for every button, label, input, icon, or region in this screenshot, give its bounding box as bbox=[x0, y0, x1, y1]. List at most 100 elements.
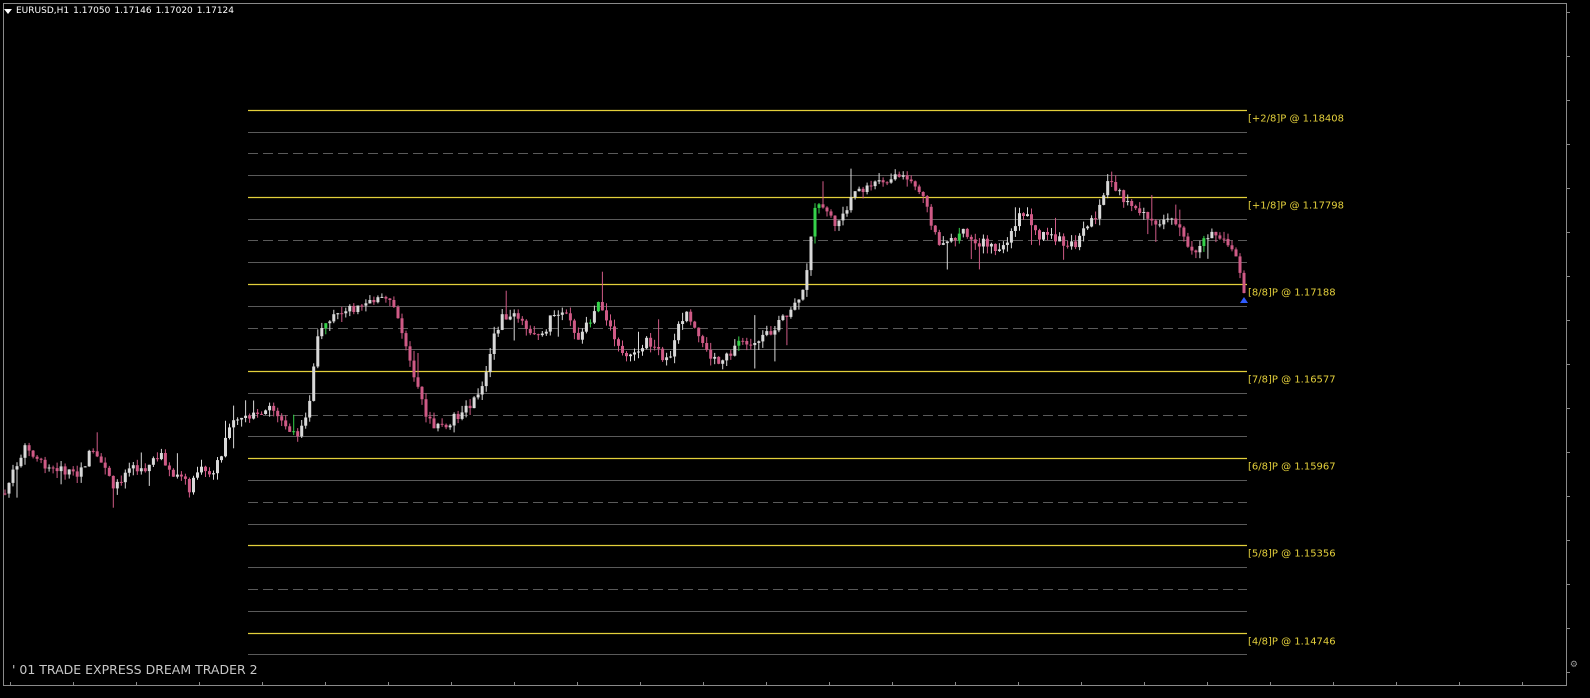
candle-body bbox=[809, 236, 813, 271]
candle-body bbox=[11, 469, 15, 483]
candle-body bbox=[673, 340, 677, 357]
candle-body bbox=[1102, 195, 1106, 205]
candle-body bbox=[989, 243, 993, 247]
candle-body bbox=[1034, 225, 1037, 231]
candle-body bbox=[1210, 231, 1214, 239]
candle-body bbox=[43, 459, 47, 469]
indicator-name: ' 01 TRADE EXPRESS DREAM TRADER 2 bbox=[12, 662, 258, 677]
candle-body bbox=[284, 420, 288, 427]
candle-body bbox=[629, 354, 632, 357]
candle-body bbox=[797, 299, 801, 303]
murrey-level-label: [5/8]P @ 1.15356 bbox=[1248, 549, 1336, 560]
candle-body bbox=[452, 413, 456, 426]
candle-body bbox=[789, 309, 793, 317]
candle-body bbox=[456, 413, 460, 419]
candle-body bbox=[368, 300, 372, 304]
candle-body bbox=[47, 467, 51, 469]
candle-body bbox=[143, 468, 147, 472]
candle-body bbox=[1230, 245, 1234, 250]
candle-body bbox=[1170, 218, 1174, 220]
candle-body bbox=[721, 360, 725, 364]
candle-body bbox=[853, 191, 857, 198]
candle-body bbox=[821, 204, 825, 208]
chart-window[interactable]: EURUSD,H1 1.17050 1.17146 1.17020 1.1712… bbox=[0, 0, 1590, 698]
candle-body bbox=[75, 471, 79, 477]
candle-body bbox=[1146, 212, 1150, 219]
candle-body bbox=[532, 333, 536, 335]
candle-body bbox=[925, 196, 929, 207]
candle-body bbox=[232, 420, 236, 428]
candle-body bbox=[625, 353, 628, 357]
candle-body bbox=[1086, 226, 1090, 229]
candle-body bbox=[1242, 272, 1246, 293]
candle-body bbox=[861, 188, 865, 192]
candle-body bbox=[1005, 242, 1009, 245]
murrey-level-label: [+1/8]P @ 1.17798 bbox=[1248, 201, 1344, 212]
candle-body bbox=[364, 303, 368, 306]
candle-body bbox=[492, 333, 496, 354]
candle-body bbox=[300, 425, 304, 437]
candle-body bbox=[1138, 208, 1142, 213]
candle-body bbox=[464, 405, 468, 413]
price-chart[interactable]: [+2/8]P @ 1.18408 [+1/8]P @ 1.17798 [8/8]P… bbox=[0, 0, 1590, 698]
candle-body bbox=[248, 415, 252, 419]
candle-body bbox=[981, 238, 985, 247]
candle-body bbox=[472, 397, 476, 409]
candle-body bbox=[316, 336, 320, 367]
candle-body bbox=[344, 311, 348, 314]
candle-body bbox=[697, 327, 701, 337]
candle-body bbox=[1090, 218, 1094, 227]
candle-body bbox=[15, 466, 19, 470]
candle-body bbox=[372, 300, 376, 303]
candle-body bbox=[320, 328, 324, 337]
murrey-level-label: [7/8]P @ 1.16577 bbox=[1248, 375, 1336, 386]
candle-body bbox=[256, 412, 260, 414]
murrey-level-label: [6/8]P @ 1.15967 bbox=[1248, 462, 1336, 473]
candle-body bbox=[216, 460, 219, 474]
candle-body bbox=[175, 474, 179, 477]
candle-body bbox=[488, 354, 492, 373]
candle-body bbox=[432, 418, 436, 429]
candle-body bbox=[328, 321, 332, 324]
candle-body bbox=[993, 243, 997, 251]
candle-body bbox=[332, 314, 336, 322]
candle-body bbox=[1030, 214, 1033, 226]
candle-body bbox=[264, 410, 268, 414]
candle-body bbox=[757, 341, 761, 343]
candle-body bbox=[23, 445, 27, 458]
candle-body bbox=[1118, 190, 1122, 192]
candle-body bbox=[272, 405, 276, 411]
candle-body bbox=[1238, 256, 1242, 273]
candle-body bbox=[292, 431, 296, 433]
candle-body bbox=[1070, 241, 1074, 247]
candle-body bbox=[380, 296, 384, 298]
candle-body bbox=[1186, 236, 1190, 247]
candle-body bbox=[845, 210, 849, 214]
candle-body bbox=[813, 207, 817, 237]
candle-body bbox=[1142, 212, 1146, 213]
candle-body bbox=[296, 431, 300, 437]
candle-body bbox=[693, 321, 697, 328]
candle-body bbox=[224, 437, 227, 457]
candle-body bbox=[701, 336, 705, 343]
candle-body bbox=[937, 232, 941, 245]
murrey-level-label: [+2/8]P @ 1.18408 bbox=[1248, 114, 1344, 125]
candle-body bbox=[741, 340, 745, 342]
candle-body bbox=[1026, 214, 1029, 217]
candle-body bbox=[869, 185, 873, 187]
candle-body bbox=[889, 179, 893, 183]
candle-body bbox=[268, 405, 272, 411]
candle-body bbox=[617, 339, 620, 346]
candle-body bbox=[1074, 241, 1078, 248]
candle-body bbox=[135, 465, 139, 472]
candle-body bbox=[605, 310, 608, 321]
candle-body bbox=[681, 321, 685, 324]
candle-body bbox=[580, 331, 584, 340]
candle-body bbox=[1022, 213, 1025, 216]
candle-body bbox=[717, 356, 721, 364]
candle-body bbox=[969, 236, 973, 240]
candle-body bbox=[480, 386, 484, 395]
candle-body bbox=[400, 318, 404, 334]
candle-body bbox=[564, 312, 568, 314]
candle-body bbox=[689, 311, 693, 322]
